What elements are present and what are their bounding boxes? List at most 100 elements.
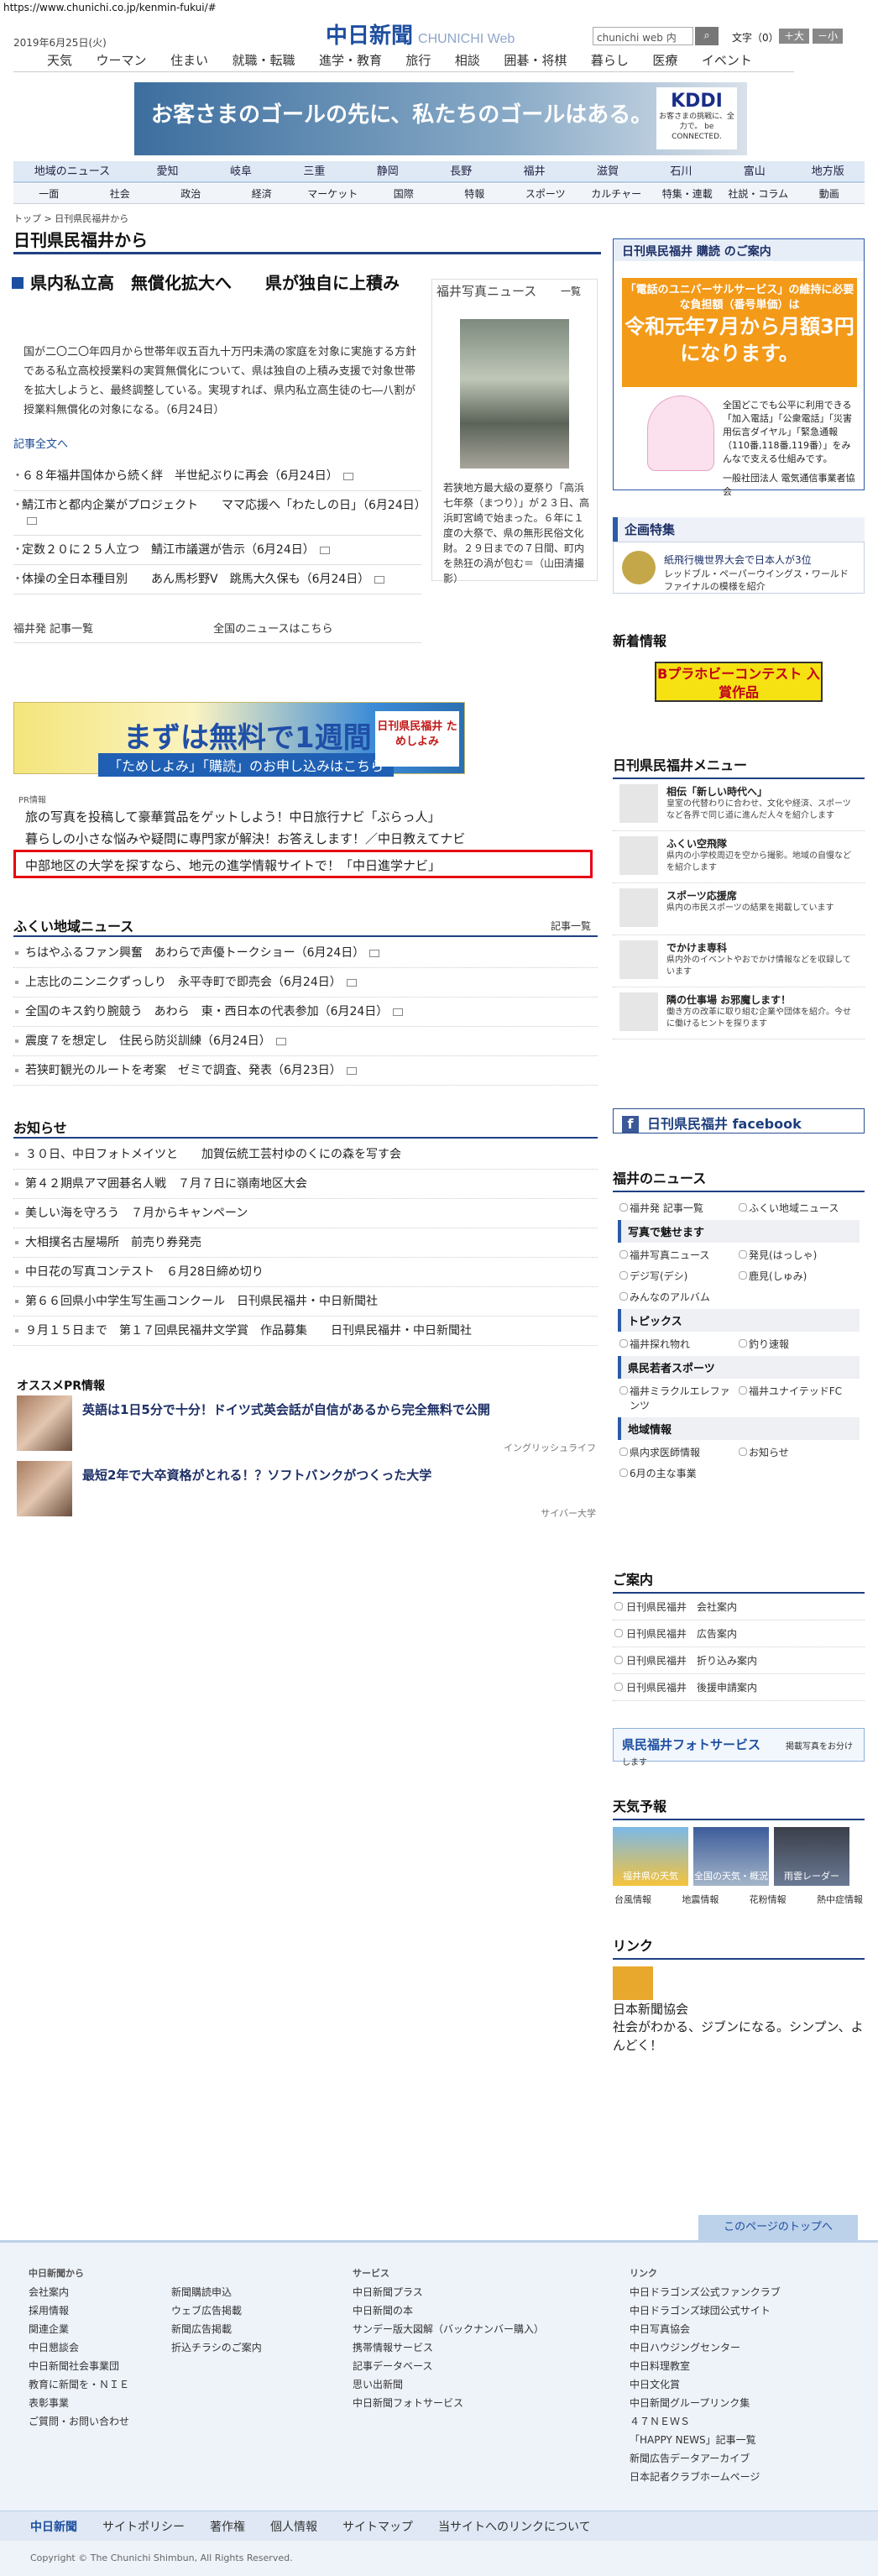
footer-link[interactable]: 日本記者クラブホームページ [630, 2468, 781, 2486]
sidebar-link[interactable]: デジ写(デシ) [619, 1269, 739, 1283]
footer-link[interactable]: 中日新聞の本 [353, 2301, 544, 2320]
pressnet-link[interactable]: 日本新聞協会 [613, 2000, 865, 2018]
menu-item[interactable]: スポーツ応援席 県内の市民スポーツの結果を掲載しています [613, 883, 865, 935]
cat-nav-item[interactable]: 一面 [13, 184, 85, 203]
menu-item[interactable]: 隣の仕事場 お邪魔します！ 働き方の改革に取り組む企業や団体を紹介。今せに働けるヒ… [613, 987, 865, 1039]
region-nav-item[interactable]: 地域のニュース [13, 161, 131, 181]
subscription-title[interactable]: 日刊県民福井 購読 のご案内 [614, 239, 864, 261]
footer-link[interactable]: 携帯情報サービス [353, 2338, 544, 2357]
sidebar-link[interactable]: 日刊県民福井 会社案内 [613, 1594, 865, 1620]
trial-subscription-ad[interactable]: まずは無料で1週間 「ためしよみ」「購読」のお申し込みはこちら 日刊県民福井 た… [13, 702, 465, 777]
font-small-button[interactable]: －小 [813, 29, 843, 44]
sidebar-link[interactable]: 日刊県民福井 折り込み案内 [613, 1647, 865, 1674]
list-item[interactable]: 定数２０に２５人立つ 鯖江市議選が告示（6月24日） [12, 536, 421, 565]
list-item[interactable]: ６８年福井国体から続く絆 半世紀ぶりに再会（6月24日） [12, 462, 421, 491]
footer-link[interactable]: 思い出新聞 [353, 2375, 544, 2394]
gnav-item[interactable]: 旅行 [405, 49, 431, 71]
region-nav-item[interactable]: 岐阜 [204, 161, 277, 181]
footer-link[interactable]: 中日文化賞 [630, 2375, 781, 2394]
region-nav-item[interactable]: 愛知 [131, 161, 204, 181]
footer-bar-link[interactable]: 著作権 [210, 2518, 245, 2535]
photo-list-link[interactable]: 一覧 [561, 284, 581, 298]
weather-tile[interactable]: 全国の天気・概況 [693, 1827, 769, 1886]
gnav-item[interactable]: 囲碁・将棋 [504, 49, 567, 71]
photo-news-title[interactable]: 福井写真ニュース [436, 282, 536, 300]
sidebar-link[interactable]: 6月の主な事業 [619, 1466, 739, 1480]
footer-link[interactable]: 新聞広告掲載 [171, 2320, 262, 2338]
gnav-item[interactable]: 医療 [652, 49, 677, 71]
footer-link[interactable]: 教育に新聞を・ＮＩＥ [29, 2375, 129, 2394]
region-nav-item[interactable]: 富山 [718, 161, 791, 181]
list-item[interactable]: 中日花の写真コンテスト ６月28日締め切り [13, 1258, 598, 1287]
facebook-link[interactable]: f 日刊県民福井 facebook [613, 1108, 865, 1134]
cat-nav-item[interactable]: カルチャー [581, 184, 652, 203]
festival-photo[interactable] [460, 319, 569, 469]
ad-apply-button[interactable]: 「ためしよみ」「購読」のお申し込みはこちら [98, 753, 395, 777]
sidebar-link[interactable]: 福井探れ物れ [619, 1337, 739, 1351]
region-nav-item[interactable]: 石川 [645, 161, 718, 181]
weather-link[interactable]: 花粉情報 [750, 1893, 787, 1906]
list-item[interactable]: ９月１５日まで 第１７回県民福井文学賞 作品募集 日刊県民福井・中日新聞社 [13, 1317, 598, 1346]
sidebar-link[interactable]: 県内求医師情報 [619, 1445, 739, 1459]
footer-link[interactable]: 中日新聞プラス [353, 2283, 544, 2301]
gnav-item[interactable]: 就職・転職 [232, 49, 295, 71]
sidebar-link[interactable]: 日刊県民福井 広告案内 [613, 1620, 865, 1647]
footer-link[interactable]: 表彰事業 [29, 2394, 129, 2412]
footer-bar-link[interactable]: 個人情報 [270, 2518, 317, 2535]
list-item[interactable]: 体操の全日本種目別 あん馬杉野V 跳馬大久保も（6月24日） [12, 565, 421, 594]
footer-bar-link[interactable]: サイトマップ [342, 2518, 413, 2535]
footer-bar-link[interactable]: 当サイトへのリンクについて [438, 2518, 591, 2535]
weather-link[interactable]: 地震情報 [682, 1893, 719, 1906]
sidebar-link[interactable]: 福井ミラクルエレファンツ [619, 1384, 739, 1412]
footer-link[interactable]: 採用情報 [29, 2301, 129, 2320]
sidebar-link[interactable]: ふくい地域ニュース [739, 1201, 858, 1215]
region-nav-item[interactable]: 三重 [278, 161, 351, 181]
region-nav-item[interactable]: 福井 [498, 161, 571, 181]
menu-item[interactable]: ふくい空飛隊 県内の小学校周辺を空から撮影。地域の自慢などを紹介します [613, 831, 865, 883]
footer-link[interactable]: 中日ドラゴンズ球団公式サイト [630, 2301, 781, 2320]
gnav-item[interactable]: 暮らし [591, 49, 629, 71]
sidebar-link[interactable]: 鹿見(しゅみ) [739, 1269, 858, 1283]
search-icon[interactable]: ⌕ [695, 27, 719, 45]
kddi-banner[interactable]: お客さまのゴールの先に、私たちのゴールはある。 KDDI お客さまの挑戦に、全力で… [134, 82, 747, 155]
footer-link[interactable]: 記事データベース [353, 2357, 544, 2375]
kikaku-item[interactable]: 紙飛行機世界大会で日本人が3位 レッドブル・ペーパーウイングス・ワールドファイナル… [614, 542, 864, 593]
gnav-item[interactable]: 進学・教育 [319, 49, 382, 71]
footer-link[interactable]: 関連企業 [29, 2320, 129, 2338]
cat-nav-item[interactable]: 動画 [794, 184, 865, 203]
footer-link[interactable]: ウェブ広告掲載 [171, 2301, 262, 2320]
list-item[interactable]: 大相撲名古屋場所 前売り券発売 [13, 1228, 598, 1258]
footer-link[interactable]: 中日新聞グループリンク集 [630, 2394, 781, 2412]
fukui-list-link[interactable]: 福井発 記事一覧 [13, 620, 213, 636]
osusume-item[interactable]: 英語は1日5分で十分！ドイツ式英会話が自信があるから完全無料で公開 イングリッシ… [17, 1395, 596, 1454]
subscription-box[interactable]: 日刊県民福井 購読 のご案内 「電話のユニバーサルサービス」の維持に必要な負担額… [613, 238, 865, 497]
cat-nav-item[interactable]: 社説・コラム [723, 184, 794, 203]
footer-link[interactable]: ４７ＮＥＷＳ [630, 2412, 781, 2431]
weather-tile[interactable]: 福井県の天気 [613, 1827, 688, 1886]
lead-headline[interactable]: 県内私立高 無償化拡大へ 県が独自に上積み [12, 270, 425, 296]
search-input[interactable]: chunichi web 内 [593, 27, 693, 45]
cat-nav-item[interactable]: 特報 [439, 184, 510, 203]
list-item[interactable]: 第４２期県アマ囲碁名人戦 ７月７日に嶺南地区大会 [13, 1170, 598, 1199]
cat-nav-item[interactable]: 国際 [368, 184, 440, 203]
plamodel-contest-banner[interactable]: Bプラホビーコンテスト 入賞作品 [655, 662, 823, 702]
sidebar-link[interactable]: 発見(はっしゃ) [739, 1248, 858, 1262]
weather-tile[interactable]: 雨雲レーダー [774, 1827, 849, 1886]
footer-link[interactable]: 中日料理教室 [630, 2357, 781, 2375]
footer-link[interactable]: 中日写真協会 [630, 2320, 781, 2338]
osusume-headline[interactable]: 最短2年で大卒資格がとれる！？ソフトバンクがつくった大学 [82, 1466, 431, 1484]
sidebar-link[interactable]: お知らせ [739, 1445, 858, 1459]
weather-link[interactable]: 台風情報 [614, 1893, 651, 1906]
national-news-link[interactable]: 全国のニュースはこちら [213, 620, 413, 636]
sidebar-link[interactable]: 福井ユナイテッドFC [739, 1384, 858, 1412]
menu-item[interactable]: 相伝「新しい時代へ」 皇室の代替わりに合わせ、文化や経済、スポーツなど各界で同じ道… [613, 779, 865, 831]
footer-link[interactable]: 会社案内 [29, 2283, 129, 2301]
footer-link[interactable]: サンデー版大図解（バックナンバー購入） [353, 2320, 544, 2338]
list-item[interactable]: 若狭町観光のルートを考案 ゼミで調査、発表（6月23日） [13, 1056, 598, 1086]
footer-link[interactable]: 新聞購読申込 [171, 2283, 262, 2301]
footer-link[interactable]: 中日ドラゴンズ公式ファンクラブ [630, 2283, 781, 2301]
footer-link[interactable]: 中日懇談会 [29, 2338, 129, 2357]
list-item[interactable]: 全国のキス釣り腕競う あわら 東・西日本の代表参加（6月24日） [13, 997, 598, 1027]
list-item[interactable]: 美しい海を守ろう ７月からキャンペーン [13, 1199, 598, 1228]
local-more-link[interactable]: 記事一覧 [551, 919, 591, 933]
